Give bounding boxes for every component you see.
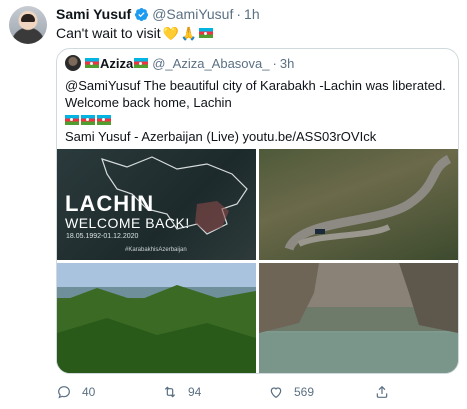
lachin-welcome-image[interactable]: LACHIN WELCOME BACK! 18.05.1992-01.12.20… <box>57 149 256 260</box>
retweet-button[interactable]: 94 <box>162 384 201 400</box>
quoted-tweet-timestamp: 3h <box>279 55 295 71</box>
share-icon <box>376 385 388 398</box>
road-illustration <box>284 154 452 252</box>
lachin-hashtag: #KarabakhisAzerbaijan <box>125 247 187 253</box>
retweet-count: 94 <box>188 385 202 399</box>
lachin-dates: 18.05.1992-01.12.2020 <box>66 233 139 240</box>
quoted-author-handle: @_Aziza_Abasova_ <box>152 55 270 71</box>
quoted-author-avatar <box>65 55 81 71</box>
reply-count: 40 <box>82 385 96 399</box>
author-avatar[interactable] <box>9 6 47 44</box>
separator-dot: · <box>236 6 242 22</box>
quoted-tweet-text: @SamiYusuf The beautiful city of Karabak… <box>65 77 455 145</box>
tweet-text: Can't wait to visit 💛 🙏 <box>56 25 213 41</box>
verified-badge-icon <box>134 7 149 22</box>
retweet-icon <box>164 386 176 398</box>
like-button[interactable]: 569 <box>268 384 314 400</box>
quoted-tweet-card[interactable]: Aziza @_Aziza_Abasova_ · 3h @SamiYusuf T… <box>56 48 459 374</box>
azerbaijan-flag-icon <box>85 58 99 68</box>
author-display-name[interactable]: Sami Yusuf <box>56 6 131 22</box>
quoted-tweet-header: Aziza @_Aziza_Abasova_ · 3h <box>65 55 294 71</box>
tweet-text-content: Can't wait to visit <box>56 25 161 41</box>
yellow-heart-emoji-icon: 💛 <box>162 25 179 41</box>
quoted-tweet-line: Welcome back home, Lachin <box>65 95 232 110</box>
hills-illustration <box>57 285 256 373</box>
lachin-subtitle: WELCOME BACK! <box>65 215 190 231</box>
share-button[interactable] <box>374 384 390 400</box>
canyon-illustration <box>259 263 458 373</box>
folded-hands-emoji-icon: 🙏 <box>180 25 197 41</box>
quoted-tweet-line: @SamiYusuf The beautiful city of Karabak… <box>65 78 446 93</box>
quoted-tweet-link-line: Sami Yusuf - Azerbaijan (Live) youtu.be/… <box>65 129 377 144</box>
river-canyon-image[interactable] <box>259 263 458 373</box>
lachin-title: LACHIN <box>65 191 155 216</box>
quoted-author-display-name: Aziza <box>100 55 134 71</box>
azerbaijan-flag-icon <box>81 114 95 125</box>
separator-dot: · <box>272 55 277 71</box>
author-handle[interactable]: @SamiYusuf <box>152 6 233 22</box>
azerbaijan-flag-icon <box>97 114 111 125</box>
azerbaijan-flag-icon <box>65 114 79 125</box>
flags-row <box>65 111 455 128</box>
reply-button[interactable]: 40 <box>56 384 95 400</box>
mountain-road-image[interactable] <box>259 149 458 260</box>
azerbaijan-flag-icon <box>198 28 213 38</box>
tweet-header: Sami Yusuf @SamiYusuf · 1h <box>56 6 260 22</box>
reply-icon <box>58 386 70 399</box>
tweet-actions: 40 94 569 <box>56 384 456 404</box>
media-grid: LACHIN WELCOME BACK! 18.05.1992-01.12.20… <box>57 149 458 373</box>
azerbaijan-flag-icon <box>134 58 149 68</box>
like-count: 569 <box>294 385 315 399</box>
heart-icon <box>270 387 282 399</box>
green-valley-image[interactable] <box>57 263 256 373</box>
tweet-timestamp[interactable]: 1h <box>244 6 260 22</box>
